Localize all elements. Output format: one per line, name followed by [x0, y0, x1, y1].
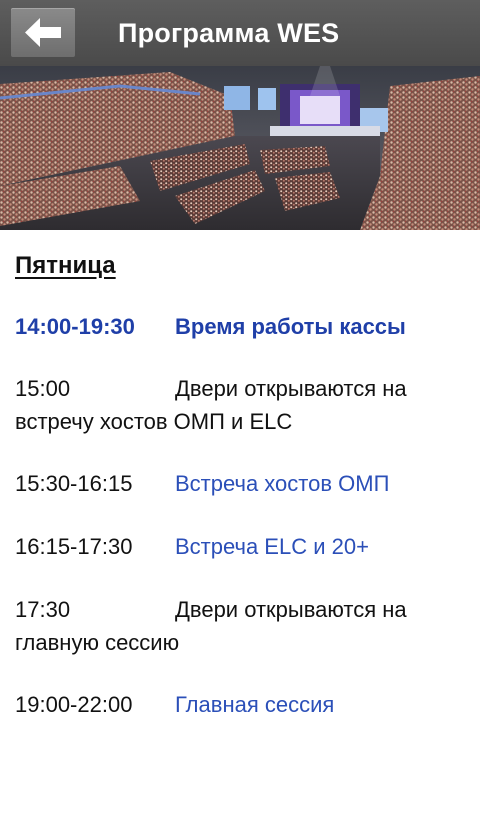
app-screen: Программа WES Пятница 14:00-19:30 Время …: [0, 0, 480, 821]
schedule-item[interactable]: 15:30-16:15 Встреча хостов ОМП: [15, 467, 470, 500]
schedule-item: 15:00 Двери открываются на встречу хостов…: [15, 372, 470, 438]
page-title: Программа WES: [118, 18, 340, 48]
schedule-desc-cont: главную сессию: [15, 630, 180, 655]
schedule-link[interactable]: Встреча хостов ОМП: [175, 471, 389, 496]
schedule-time: 15:00: [15, 376, 71, 401]
schedule-desc: Двери открываются на: [175, 376, 407, 401]
arrow-left-icon: [25, 18, 61, 47]
schedule-item: 17:30 Двери открываются на главную сессию: [15, 593, 470, 659]
schedule-desc: Время работы кассы: [175, 314, 406, 339]
schedule-item[interactable]: 16:15-17:30 Встреча ELC и 20+: [15, 530, 470, 563]
schedule-time: 14:00-19:30: [15, 314, 135, 339]
schedule-item[interactable]: 14:00-19:30 Время работы кассы: [15, 310, 470, 343]
nav-bar: Программа WES: [0, 0, 480, 66]
schedule-time: 17:30: [15, 597, 71, 622]
back-button[interactable]: [11, 8, 75, 57]
schedule-item[interactable]: 19:00-22:00 Главная сессия: [15, 688, 470, 721]
schedule-time: 16:15-17:30: [15, 534, 133, 559]
schedule-time: 15:30-16:15: [15, 471, 133, 496]
schedule-desc: Двери открываются на: [175, 597, 407, 622]
day-heading: Пятница: [15, 252, 116, 279]
schedule-link[interactable]: Главная сессия: [175, 692, 334, 717]
schedule-time: 19:00-22:00: [15, 692, 133, 717]
event-arena-photo: [0, 66, 480, 230]
schedule-desc-cont: встречу хостов ОМП и ELC: [15, 409, 293, 434]
schedule-link[interactable]: Встреча ELC и 20+: [175, 534, 369, 559]
